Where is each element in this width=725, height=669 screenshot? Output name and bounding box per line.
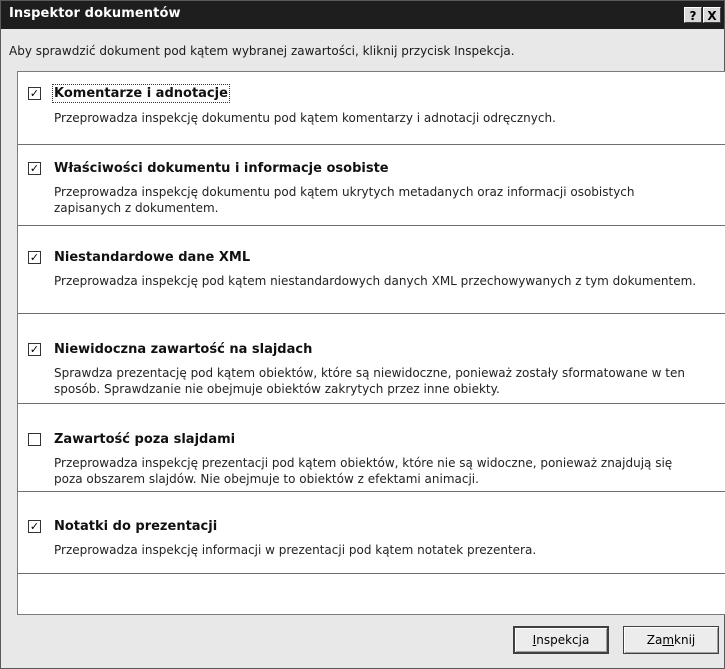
dialog-title: Inspektor dokumentów [9,6,181,21]
close-label-post: knij [674,633,696,647]
checkbox-xml[interactable]: ✓ [28,251,41,264]
help-button[interactable]: ? [684,7,702,23]
item-title-notes: Notatki do prezentacji [54,519,218,534]
inspect-label-rest: nspekcja [536,633,590,647]
close-label-pre: Za [646,633,663,647]
item-desc-comments: Przeprowadza inspekcję dokumentu pod kąt… [54,111,556,125]
item-desc-properties: Przeprowadza inspekcję dokumentu pod kąt… [54,185,635,215]
item-desc-notes: Przeprowadza inspekcję informacji w prez… [54,543,537,557]
instruction-text: Aby sprawdzić dokument pod kątem wybrane… [9,44,515,58]
close-button[interactable]: Zamknij [623,626,719,654]
list-item-notes: ✓ Notatki do prezentacji Przeprowadza in… [18,492,725,574]
list-item-xml: ✓ Niestandardowe dane XML Przeprowadza i… [18,226,725,314]
document-inspector-dialog: Inspektor dokumentów ? X Aby sprawdzić d… [0,0,725,669]
list-item-comments: ✓ Komentarze i adnotacje Przeprowadza in… [18,72,725,145]
item-title-properties: Właściwości dokumentu i informacje osobi… [54,161,389,176]
checkbox-properties[interactable]: ✓ [28,162,41,175]
inspect-button[interactable]: Inspekcja [513,626,609,654]
item-title-invisible: Niewidoczna zawartość na slajdach [54,342,313,357]
close-mnemonic: m [662,633,675,647]
close-window-button[interactable]: X [703,7,721,23]
list-item-offslide: Zawartość poza slajdami Przeprowadza ins… [18,404,725,492]
title-bar: Inspektor dokumentów ? X [1,1,724,29]
item-desc-invisible: Sprawdza prezentację pod kątem obiektów,… [54,366,685,396]
item-title-xml: Niestandardowe dane XML [54,250,251,265]
item-title-comments: Komentarze i adnotacje [52,84,230,103]
checkbox-offslide[interactable] [28,433,41,446]
checkbox-invisible[interactable]: ✓ [28,343,41,356]
list-item-properties: ✓ Właściwości dokumentu i informacje oso… [18,145,725,226]
inspection-options-list: ✓ Komentarze i adnotacje Przeprowadza in… [17,71,725,615]
list-item-invisible: ✓ Niewidoczna zawartość na slajdach Spra… [18,314,725,404]
item-title-offslide: Zawartość poza slajdami [54,432,236,447]
checkbox-notes[interactable]: ✓ [28,520,41,533]
item-desc-offslide: Przeprowadza inspekcję prezentacji pod k… [54,456,673,486]
checkbox-comments[interactable]: ✓ [28,87,41,100]
item-desc-xml: Przeprowadza inspekcję pod kątem niestan… [54,274,697,288]
